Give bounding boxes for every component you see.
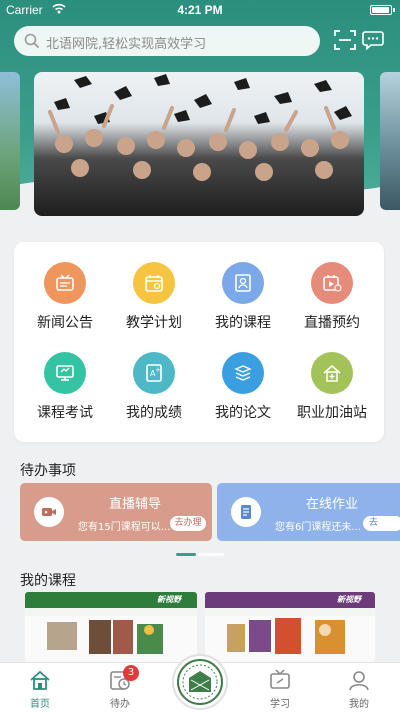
- menu-item-live-booking[interactable]: 直播预约: [291, 262, 371, 342]
- course-card-strip: [205, 608, 375, 616]
- course-card[interactable]: 新视野: [205, 592, 375, 662]
- menu-item-career-station[interactable]: 职业加油站: [291, 352, 371, 432]
- status-bar: Carrier 4:21 PM: [0, 0, 400, 20]
- video-camera-icon: [34, 497, 64, 527]
- todo-card-live-tutoring[interactable]: 直播辅导 您有15门课程可以... 去办理: [20, 483, 212, 541]
- search-placeholder: 北语网院,轻松实现高效学习: [46, 37, 207, 52]
- tab-home[interactable]: 首页: [5, 663, 75, 712]
- menu-label-career-station: 职业加油站: [297, 405, 367, 421]
- graduation-photo: [48, 74, 352, 181]
- search-icon: [24, 33, 39, 48]
- career-house-icon: [311, 352, 353, 394]
- todo-card-title: 在线作业: [305, 497, 358, 512]
- todo-badge: 3: [123, 665, 139, 681]
- menu-label-my-scores: 我的成绩: [126, 405, 182, 421]
- pager-dot-active: [176, 553, 196, 556]
- banner-prev-peek[interactable]: [0, 72, 20, 210]
- tab-profile[interactable]: 我的: [324, 663, 394, 712]
- quick-menu-card: 新闻公告 教学计划 我的课程 直播预约 课程考试 A + 我的成绩 我的论文 职…: [14, 242, 384, 442]
- score-icon: A +: [133, 352, 175, 394]
- paper-stack-icon: [222, 352, 264, 394]
- exam-monitor-icon: [44, 352, 86, 394]
- course-cover-image: [205, 616, 375, 662]
- menu-label-teaching-plan: 教学计划: [126, 315, 182, 331]
- todo-card-online-homework[interactable]: 在线作业 您有6门课程还未... 去: [217, 483, 400, 541]
- course-card-header: 新视野: [25, 592, 197, 608]
- menu-label-live-booking: 直播预约: [304, 315, 360, 331]
- course-card-tag: 新视野: [337, 595, 361, 604]
- course-card-tag: 新视野: [157, 595, 181, 604]
- tab-todo[interactable]: 3 待办: [85, 663, 155, 712]
- menu-label-exam: 课程考试: [37, 405, 93, 421]
- todo-action-button[interactable]: 去办理: [170, 516, 206, 531]
- menu-item-news[interactable]: 新闻公告: [24, 262, 104, 342]
- news-icon: [44, 262, 86, 304]
- course-card-header: 新视野: [205, 592, 375, 608]
- courses-section-title: 我的课程: [20, 573, 76, 589]
- profile-icon: [349, 671, 369, 691]
- menu-item-teaching-plan[interactable]: 教学计划: [113, 262, 193, 342]
- calendar-icon: [133, 262, 175, 304]
- banner-image-graduation[interactable]: [34, 72, 364, 216]
- tab-label-profile: 我的: [349, 699, 369, 710]
- menu-item-my-thesis[interactable]: 我的论文: [202, 352, 282, 432]
- course-book-icon: [222, 262, 264, 304]
- menu-item-my-courses[interactable]: 我的课程: [202, 262, 282, 342]
- course-cover-image: [25, 616, 197, 662]
- course-card[interactable]: 新视野: [25, 592, 197, 662]
- menu-item-exam[interactable]: 课程考试: [24, 352, 104, 432]
- university-emblem-icon: [177, 659, 223, 705]
- chat-icon[interactable]: [362, 30, 384, 50]
- menu-label-my-courses: 我的课程: [215, 315, 271, 331]
- todo-section-title: 待办事项: [20, 463, 76, 479]
- menu-label-news: 新闻公告: [37, 315, 93, 331]
- home-icon: [30, 670, 50, 690]
- clock: 4:21 PM: [177, 3, 223, 17]
- menu-item-my-scores[interactable]: A + 我的成绩: [113, 352, 193, 432]
- tab-label-study: 学习: [270, 699, 290, 710]
- tab-label-todo: 待办: [110, 699, 130, 710]
- search-bar[interactable]: 北语网院,轻松实现高效学习: [14, 26, 320, 56]
- tv-icon: [270, 669, 290, 689]
- tab-label-home: 首页: [30, 699, 50, 710]
- todo-card-subtitle: 您有15门课程可以...: [78, 522, 171, 533]
- todo-card-title: 直播辅导: [108, 497, 161, 512]
- svg-text:+: +: [155, 366, 161, 374]
- document-icon: [231, 497, 261, 527]
- university-emblem-button[interactable]: [172, 654, 228, 710]
- tab-study[interactable]: 学习: [245, 663, 315, 712]
- live-calendar-icon: [311, 262, 353, 304]
- menu-label-my-thesis: 我的论文: [215, 405, 271, 421]
- todo-card-subtitle: 您有6门课程还未...: [275, 522, 361, 533]
- scan-icon[interactable]: [334, 30, 356, 50]
- pager-dot: [198, 553, 224, 556]
- course-card-strip: [25, 608, 197, 616]
- battery-icon: [370, 5, 395, 15]
- todo-action-button[interactable]: 去: [363, 516, 400, 531]
- banner-next-peek[interactable]: [380, 72, 400, 210]
